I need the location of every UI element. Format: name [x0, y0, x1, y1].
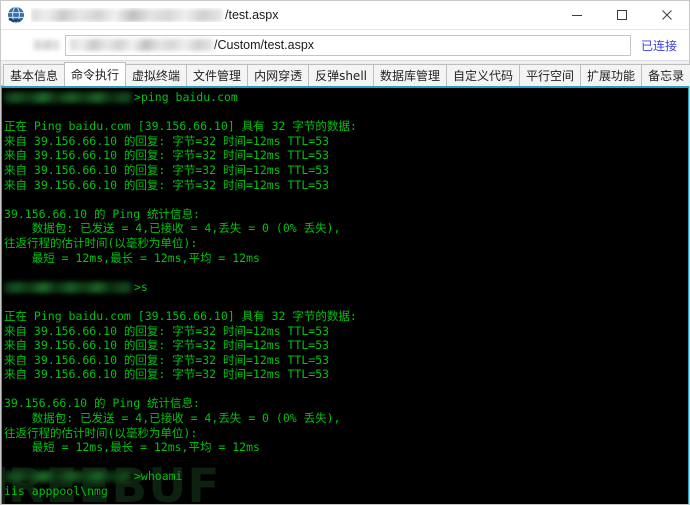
terminal-output-line: 正在 Ping baidu.com [39.156.66.10] 具有 32 字… — [4, 308, 357, 323]
terminal-command: >ping baidu.com — [134, 90, 238, 104]
terminal-output-line: 来自 39.156.66.10 的回复: 字节=32 时间=12ms TTL=5… — [4, 367, 330, 382]
connection-status: 已连接 — [640, 38, 677, 53]
terminal-output-line: 来自 39.156.66.10 的回复: 字节=32 时间=12ms TTL=5… — [4, 323, 330, 338]
terminal-output-line: iis apppool\nmg — [4, 484, 108, 499]
url-host-blurred — [70, 39, 213, 51]
maximize-icon — [616, 10, 627, 20]
tab-label: 自定义代码 — [453, 69, 514, 83]
terminal-prompt-path-blurred — [4, 91, 132, 103]
terminal-output-line: 最短 = 12ms,最长 = 12ms,平均 = 12ms — [4, 250, 260, 265]
tab-10[interactable]: 备忘录 — [641, 64, 690, 86]
tab-label: 文件管理 — [193, 69, 242, 83]
tab-label: 基本信息 — [10, 69, 59, 83]
close-icon — [661, 10, 672, 20]
terminal-output-line: 来自 39.156.66.10 的回复: 字节=32 时间=12ms TTL=5… — [4, 162, 330, 177]
tab-0[interactable]: 基本信息 — [3, 64, 66, 86]
tab-label: 备忘录 — [648, 69, 685, 83]
terminal-prompt-line: >ping baidu.com — [4, 90, 688, 105]
tab-label: 平行空间 — [526, 69, 575, 83]
window-controls — [554, 1, 689, 29]
tab-label: 内网穿透 — [254, 69, 303, 83]
terminal-output-line: 最短 = 12ms,最长 = 12ms,平均 = 12ms — [4, 440, 260, 455]
title-bar: /test.aspx — [1, 1, 689, 30]
tab-1[interactable]: 命令执行 — [64, 62, 127, 86]
tab-label: 扩展功能 — [587, 69, 636, 83]
window-title-suffix: /test.aspx — [225, 8, 279, 22]
terminal-prompt-line: >whoami — [4, 469, 688, 484]
terminal-output-line: 来自 39.156.66.10 的回复: 字节=32 时间=12ms TTL=5… — [4, 148, 330, 163]
tab-7[interactable]: 自定义代码 — [446, 64, 521, 86]
close-button[interactable] — [644, 1, 689, 29]
tab-8[interactable]: 平行空间 — [519, 64, 582, 86]
terminal-output-line: 来自 39.156.66.10 的回复: 字节=32 时间=12ms TTL=5… — [4, 352, 330, 367]
terminal-command: >s — [134, 279, 148, 294]
terminal-prompt-path-blurred — [4, 471, 132, 483]
maximize-button[interactable] — [599, 1, 644, 29]
tab-bar: 基本信息 命令执行 虚拟终端 文件管理 内网穿透 反弹shell 数据库管理 自定义代码 平行空… — [1, 61, 690, 86]
terminal-output-line: 数据包: 已发送 = 4,已接收 = 4,丢失 = 0 (0% 丢失), — [4, 411, 341, 426]
terminal-prompt-line: >s — [4, 280, 688, 295]
terminal-output-line: 39.156.66.10 的 Ping 统计信息: — [4, 206, 200, 221]
window-title: /test.aspx — [31, 8, 279, 22]
terminal-output-line: 正在 Ping baidu.com [39.156.66.10] 具有 32 字… — [4, 119, 357, 134]
tab-label: 数据库管理 — [380, 69, 441, 83]
terminal-output-line: 来自 39.156.66.10 的回复: 字节=32 时间=12ms TTL=5… — [4, 177, 330, 192]
tab-9[interactable]: 扩展功能 — [580, 64, 643, 86]
tab-6[interactable]: 数据库管理 — [373, 64, 448, 86]
tab-label: 反弹shell — [315, 69, 367, 83]
url-input[interactable]: /Custom/test.aspx — [65, 34, 631, 56]
url-path-suffix: /Custom/test.aspx — [214, 38, 315, 52]
tab-label: 虚拟终端 — [132, 69, 181, 83]
terminal-prompt-path-blurred — [4, 281, 132, 293]
url-bar: /Custom/test.aspx 已连接 — [1, 30, 689, 61]
tab-4[interactable]: 内网穿透 — [247, 64, 310, 86]
terminal-output-line: 往返行程的估计时间(以毫秒为单位): — [4, 425, 198, 440]
minimize-button[interactable] — [554, 1, 599, 29]
tab-3[interactable]: 文件管理 — [186, 64, 249, 86]
tab-5[interactable]: 反弹shell — [308, 64, 374, 86]
terminal-output-line: 39.156.66.10 的 Ping 统计信息: — [4, 396, 200, 411]
terminal-output-line: 来自 39.156.66.10 的回复: 字节=32 时间=12ms TTL=5… — [4, 133, 330, 148]
minimize-icon — [571, 15, 582, 16]
terminal-command: >whoami — [134, 469, 183, 484]
terminal-output-line: 往返行程的估计时间(以毫秒为单位): — [4, 235, 198, 250]
tab-label: 命令执行 — [71, 68, 120, 82]
window-title-blurred-host — [31, 8, 223, 22]
terminal-output-panel[interactable]: >ping baidu.com 正在 Ping baidu.com [39.156… — [1, 86, 689, 504]
tab-2[interactable]: 虚拟终端 — [125, 64, 188, 86]
globe-shell-icon — [8, 6, 24, 24]
url-label-blurred — [33, 40, 59, 50]
terminal-output-line: 来自 39.156.66.10 的回复: 字节=32 时间=12ms TTL=5… — [4, 338, 330, 353]
terminal-output-line: 数据包: 已发送 = 4,已接收 = 4,丢失 = 0 (0% 丢失), — [4, 221, 341, 236]
shell-manager-window: /test.aspx /Custom/test.aspx 已连接 基本信息 命令… — [0, 0, 690, 505]
terminal-text: >ping baidu.com 正在 Ping baidu.com [39.156… — [2, 88, 688, 499]
